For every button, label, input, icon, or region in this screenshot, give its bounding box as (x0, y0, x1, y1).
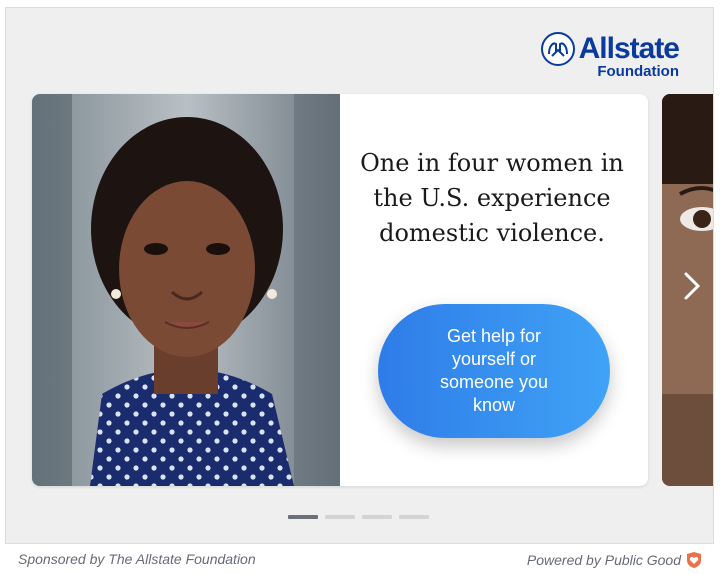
allstate-foundation-logo[interactable]: Allstate Foundation (540, 32, 680, 80)
carousel-pagination (288, 515, 429, 519)
powered-by-text: Powered by Public Good (526, 552, 681, 568)
carousel-dot-3[interactable] (362, 515, 392, 519)
heart-shield-icon (687, 552, 701, 568)
ad-widget: Allstate Foundation One in four women in… (5, 7, 714, 544)
portrait-photo (32, 94, 340, 486)
next-slide-button[interactable] (678, 266, 706, 306)
carousel-dot-2[interactable] (325, 515, 355, 519)
carousel-slide-active: One in four women in the U.S. experience… (32, 94, 648, 486)
get-help-button-label: Get help for yourself or someone you kno… (439, 326, 549, 415)
carousel-dot-1[interactable] (288, 515, 318, 519)
carousel-dot-4[interactable] (399, 515, 429, 519)
powered-by-link[interactable]: Powered by Public Good (527, 551, 702, 569)
chevron-right-icon (684, 272, 701, 300)
hands-logo-icon (540, 32, 575, 66)
sponsor-text: Sponsored by The Allstate Foundation (18, 551, 256, 567)
slide-headline: One in four women in the U.S. experience… (360, 149, 624, 247)
brand-subtitle: Foundation (597, 63, 679, 80)
brand-name: Allstate (578, 32, 680, 65)
get-help-button[interactable]: Get help for yourself or someone you kno… (378, 304, 610, 438)
